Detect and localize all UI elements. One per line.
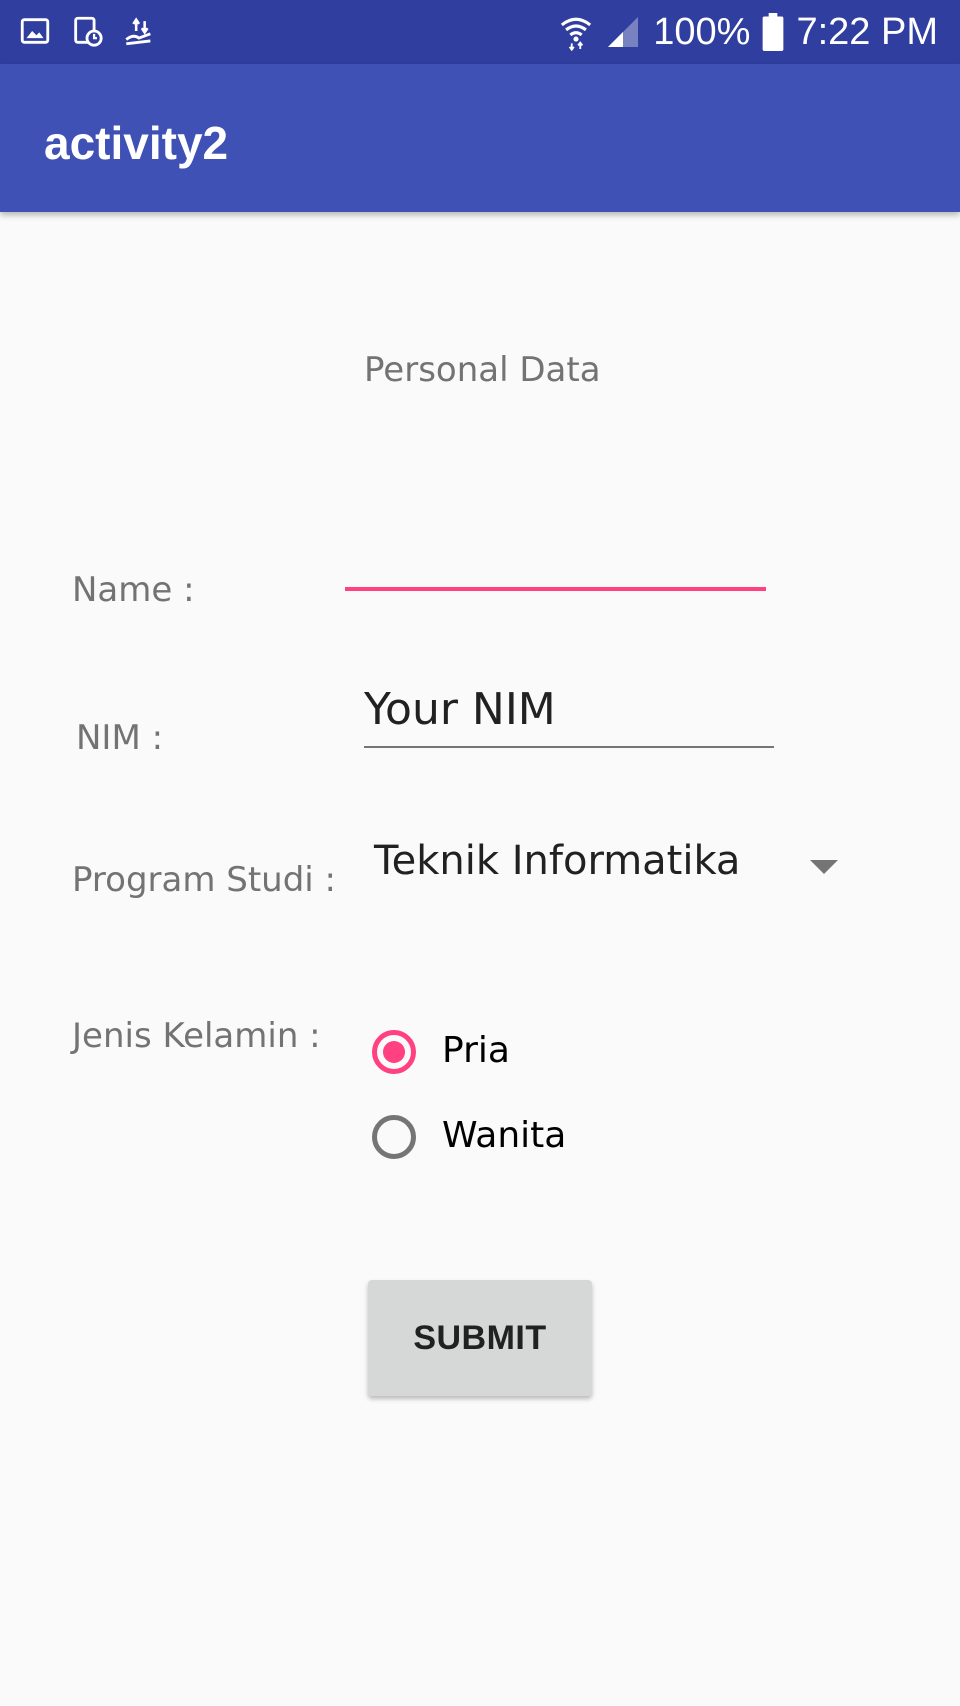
- radio-wanita-label: Wanita: [442, 1115, 567, 1156]
- radio-unchecked-icon: [372, 1115, 416, 1159]
- nim-input-underline: [364, 746, 774, 748]
- program-studi-selected: Teknik Informatika: [374, 838, 741, 884]
- usb-transfer-icon: [125, 17, 151, 46]
- wifi-icon: [561, 17, 592, 51]
- program-studi-label: Program Studi :: [72, 860, 337, 900]
- form-heading: Personal Data: [364, 350, 601, 390]
- radio-pria-label: Pria: [442, 1030, 510, 1071]
- nim-label: NIM :: [76, 718, 164, 758]
- screenshot-icon: [74, 16, 103, 47]
- name-input-underline: [345, 587, 766, 591]
- gender-label: Jenis Kelamin :: [72, 1016, 321, 1056]
- dropdown-arrow-icon: [810, 860, 838, 874]
- app-title: activity2: [44, 117, 229, 169]
- name-label: Name :: [72, 570, 195, 610]
- radio-checked-icon: [372, 1030, 416, 1074]
- app-bar: activity2: [0, 64, 960, 212]
- radio-wanita[interactable]: Wanita: [372, 1109, 672, 1169]
- status-bar: 100% 7:22 PM: [0, 0, 960, 64]
- nim-input[interactable]: Your NIM: [364, 684, 556, 735]
- name-input[interactable]: [345, 520, 766, 590]
- battery-icon: [763, 13, 784, 51]
- clock: 7:22 PM: [796, 10, 938, 53]
- radio-pria[interactable]: Pria: [372, 1024, 672, 1084]
- submit-button[interactable]: SUBMIT: [368, 1280, 592, 1396]
- signal-icon: [608, 17, 639, 47]
- gallery-icon: [20, 18, 50, 44]
- program-studi-dropdown[interactable]: Teknik Informatika: [364, 832, 844, 902]
- battery-percent: 100%: [653, 10, 751, 53]
